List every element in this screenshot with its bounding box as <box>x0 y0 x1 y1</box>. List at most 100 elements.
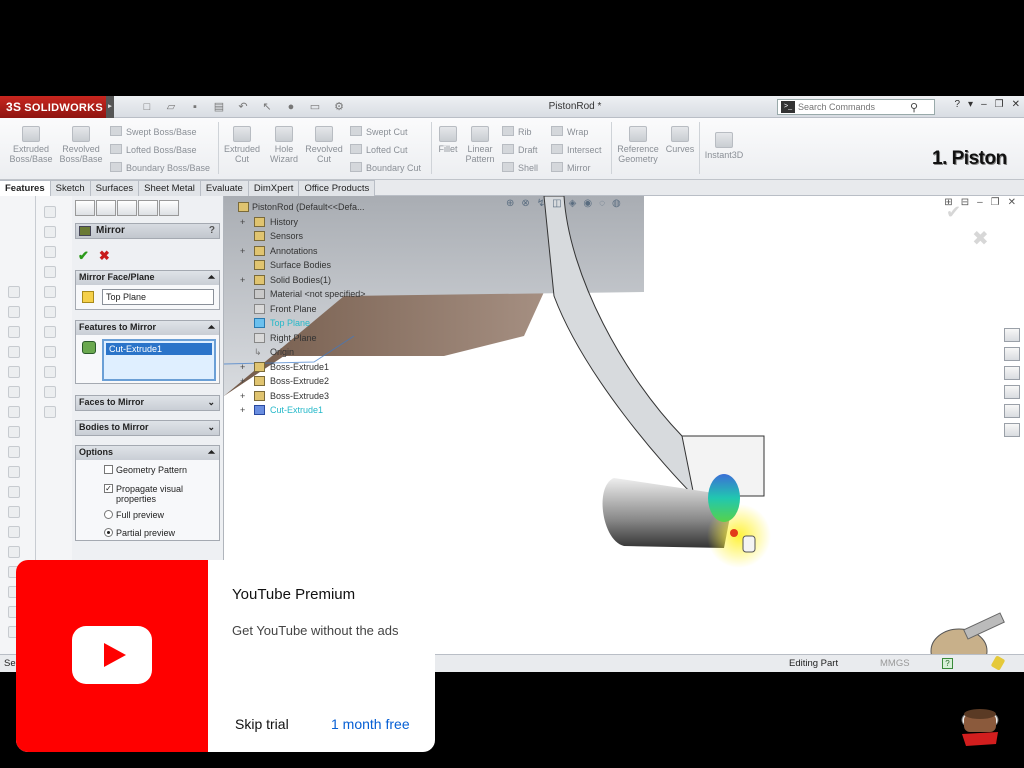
expand-icon[interactable]: + <box>240 389 245 404</box>
tab-sketch[interactable]: Sketch <box>50 180 91 196</box>
display-manager-tab-icon[interactable] <box>159 200 179 216</box>
expand-icon[interactable]: ⌄ <box>207 396 215 409</box>
help-icon[interactable]: ? <box>209 224 215 238</box>
propagate-visual-checkbox[interactable]: ✓ <box>104 484 113 493</box>
tool-icon[interactable] <box>8 546 20 558</box>
ok-button[interactable]: ✔ <box>78 248 89 264</box>
tree-item-history[interactable]: + History <box>238 215 366 230</box>
tool-icon[interactable] <box>8 466 20 478</box>
tab-office-products[interactable]: Office Products <box>299 180 376 196</box>
tree-item-solid-bodies[interactable]: + Solid Bodies(1) <box>238 273 366 288</box>
tool-icon[interactable] <box>8 406 20 418</box>
tree-item-top-plane[interactable]: Top Plane <box>238 316 366 331</box>
mirror-button[interactable]: Mirror <box>551 162 591 173</box>
expand-icon[interactable]: + <box>240 403 245 418</box>
reference-geometry-button[interactable]: Reference Geometry <box>614 126 662 164</box>
revolved-boss-button[interactable]: Revolved Boss/Base <box>58 126 104 164</box>
free-month-button[interactable]: 1 month free <box>331 716 410 732</box>
expand-icon[interactable]: + <box>240 360 245 375</box>
pin-icon[interactable] <box>990 655 1006 671</box>
tool-icon[interactable] <box>44 386 56 398</box>
boundary-cut-button[interactable]: Boundary Cut <box>350 162 421 173</box>
extruded-cut-button[interactable]: Extruded Cut <box>220 126 264 164</box>
tool-icon[interactable] <box>44 226 56 238</box>
view-palette-icon[interactable] <box>1004 385 1020 399</box>
boundary-boss-button[interactable]: Boundary Boss/Base <box>110 162 210 173</box>
tree-item-origin[interactable]: ↳ Origin <box>238 345 366 360</box>
draft-button[interactable]: Draft <box>502 144 538 155</box>
display-style-icon[interactable]: ◉ <box>583 198 592 209</box>
tool-icon[interactable] <box>8 366 20 378</box>
tool-icon[interactable] <box>44 366 56 378</box>
features-list[interactable]: Cut-Extrude1 <box>102 339 216 381</box>
shell-button[interactable]: Shell <box>502 162 538 173</box>
intersect-button[interactable]: Intersect <box>551 144 602 155</box>
tool-icon[interactable] <box>44 246 56 258</box>
lofted-boss-button[interactable]: Lofted Boss/Base <box>110 144 197 155</box>
zoom-area-icon[interactable]: ⊗ <box>521 198 529 209</box>
list-item[interactable]: Cut-Extrude1 <box>106 343 212 355</box>
confirm-corner-cancel-icon[interactable]: ✖ <box>972 226 989 251</box>
section-header[interactable]: Bodies to Mirror ⌄ <box>76 421 219 435</box>
section-header[interactable]: Faces to Mirror ⌄ <box>76 396 219 410</box>
tool-icon[interactable] <box>44 286 56 298</box>
tool-icon[interactable] <box>44 346 56 358</box>
tree-item-boss-extrude1[interactable]: + Boss-Extrude1 <box>238 360 366 375</box>
dimxpert-manager-tab-icon[interactable] <box>138 200 158 216</box>
tool-icon[interactable] <box>8 486 20 498</box>
tool-icon[interactable] <box>44 266 56 278</box>
home-icon[interactable] <box>1004 328 1020 342</box>
tab-sheet-metal[interactable]: Sheet Metal <box>139 180 201 196</box>
swept-boss-button[interactable]: Swept Boss/Base <box>110 126 197 137</box>
section-view-icon[interactable]: ◫ <box>552 198 561 209</box>
units-selector[interactable]: MMGS <box>880 655 910 672</box>
lofted-cut-button[interactable]: Lofted Cut <box>350 144 408 155</box>
configuration-manager-tab-icon[interactable] <box>117 200 137 216</box>
restore-viewport-button[interactable]: ❐ <box>991 197 1000 208</box>
hide-show-icon[interactable]: ◌ <box>599 198 605 209</box>
tree-item-sensors[interactable]: Sensors <box>238 229 366 244</box>
search-commands[interactable]: >_ ⚲ <box>777 99 935 115</box>
help-status-icon[interactable]: ? <box>942 658 953 669</box>
tool-icon[interactable] <box>8 326 20 338</box>
tool-icon[interactable] <box>8 426 20 438</box>
search-icon[interactable]: ⚲ <box>910 101 918 114</box>
collapse-icon[interactable]: ⏶ <box>208 321 215 334</box>
linear-pattern-button[interactable]: Linear Pattern <box>462 126 498 164</box>
property-manager-tab-icon[interactable] <box>96 200 116 216</box>
section-header[interactable]: Options ⏶ <box>76 446 219 460</box>
extruded-boss-button[interactable]: Extruded Boss/Base <box>8 126 54 164</box>
tab-features[interactable]: Features <box>0 180 51 196</box>
hole-wizard-button[interactable]: Hole Wizard <box>264 126 304 164</box>
expand-icon[interactable]: ⌄ <box>207 421 215 434</box>
custom-properties-icon[interactable] <box>1004 423 1020 437</box>
expand-icon[interactable]: + <box>240 244 245 259</box>
tree-item-annotations[interactable]: + Annotations <box>238 244 366 259</box>
skip-trial-button[interactable]: Skip trial <box>235 716 289 732</box>
file-explorer-icon[interactable] <box>1004 366 1020 380</box>
zoom-fit-icon[interactable]: ⊕ <box>506 198 514 209</box>
tool-icon[interactable] <box>8 306 20 318</box>
wrap-button[interactable]: Wrap <box>551 126 588 137</box>
search-input[interactable] <box>798 102 908 112</box>
expand-icon[interactable]: + <box>240 215 245 230</box>
restore-button[interactable]: ❐ <box>995 99 1004 110</box>
minimize-button[interactable]: – <box>981 99 987 110</box>
appearances-icon[interactable] <box>1004 404 1020 418</box>
tool-icon[interactable] <box>8 346 20 358</box>
mirror-plane-field[interactable]: Top Plane <box>102 289 214 305</box>
collapse-icon[interactable]: ⏶ <box>208 271 215 284</box>
curves-button[interactable]: Curves <box>664 126 696 154</box>
section-header[interactable]: Features to Mirror ⏶ <box>76 321 219 335</box>
expand-icon[interactable]: + <box>240 273 245 288</box>
fillet-button[interactable]: Fillet <box>434 126 462 154</box>
tab-surfaces[interactable]: Surfaces <box>90 180 140 196</box>
view-orientation-icon[interactable]: ◈ <box>569 198 577 209</box>
feature-manager-tab-icon[interactable] <box>75 200 95 216</box>
full-preview-radio[interactable] <box>104 510 113 519</box>
confirm-corner-ok-icon[interactable]: ✔ <box>946 202 961 223</box>
tree-root[interactable]: PistonRod (Default<<Defa... <box>238 200 366 215</box>
tool-icon[interactable] <box>8 386 20 398</box>
instant3d-button[interactable]: Instant3D <box>702 132 746 160</box>
close-viewport-button[interactable]: ✕ <box>1008 197 1016 208</box>
